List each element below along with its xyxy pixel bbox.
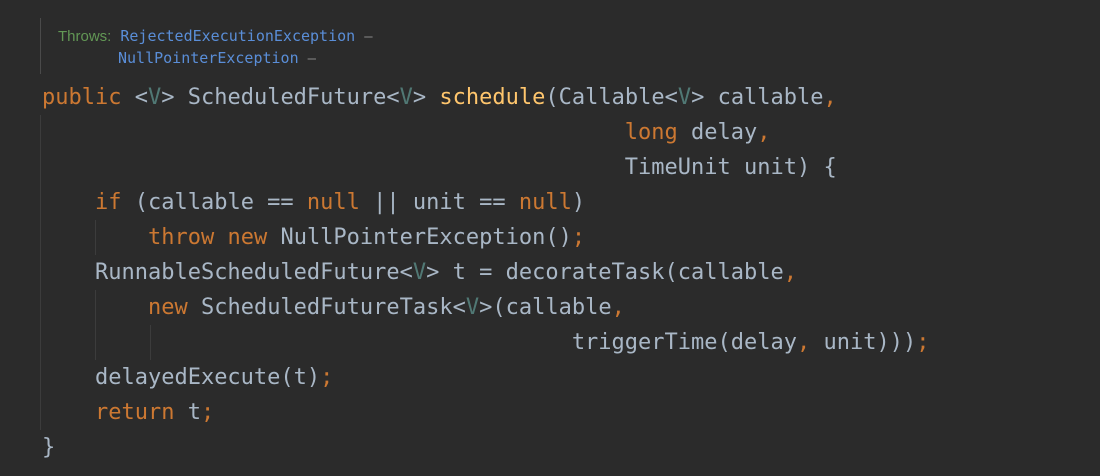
code-line[interactable]: new ScheduledFutureTask<V>(callable, [42,290,625,325]
code-text: (callable == [121,190,307,215]
keyword: null [518,190,572,215]
keyword: long [624,120,678,145]
type-param: V [677,85,692,110]
code-text: > ScheduledFuture< [161,85,400,110]
type-param: V [147,85,162,110]
code-line[interactable]: TimeUnit unit) { [42,150,837,185]
code-text: delay [677,120,758,145]
code-text: delayedExecute(t) [94,365,321,390]
code-line[interactable]: } [42,430,55,465]
javadoc-block: Throws: RejectedExecutionException – Nul… [40,18,461,74]
punctuation: , [823,85,837,110]
code-line[interactable]: if (callable == null || unit == null) [42,185,585,220]
method-name: schedule [439,85,546,110]
keyword: if [94,190,122,215]
code-text: TimeUnit unit) { [624,155,837,180]
code-editor[interactable]: Throws: RejectedExecutionException – Nul… [0,0,1100,476]
code-text: triggerTime(delay [571,330,797,355]
code-line[interactable]: delayedExecute(t); [42,360,333,395]
code-text: (Callable< [545,85,678,110]
keyword: new [227,225,268,250]
punctuation: ; [200,400,215,425]
code-line[interactable]: long delay, [42,115,771,150]
punctuation: , [611,295,625,320]
punctuation: ; [571,225,586,250]
exception-link-npe[interactable]: NullPointerException [118,49,299,67]
keyword: throw [147,225,215,250]
doc-npe-line: NullPointerException – [118,48,316,69]
punctuation: , [796,330,811,355]
keyword: public [42,85,122,110]
doc-dash: – [364,28,373,45]
doc-throws-line: Throws: RejectedExecutionException – [58,26,373,47]
type-param: V [465,295,480,320]
closing-brace: } [42,435,56,460]
punctuation: , [783,260,797,285]
code-text: > t = decorateTask(callable [426,260,784,285]
punctuation: ; [320,365,334,390]
code-text: >(callable [479,295,612,320]
exception-link-rejected[interactable]: RejectedExecutionException [120,27,355,45]
code-text: unit))) [810,330,917,355]
keyword: new [147,295,188,320]
keyword: return [94,400,175,425]
type-param: V [412,260,427,285]
code-line[interactable]: throw new NullPointerException(); [42,220,585,255]
indent-guide [40,115,41,430]
code-line[interactable]: public <V> ScheduledFuture<V> schedule(C… [42,80,837,115]
code-text: NullPointerException() [267,225,572,250]
code-text: ) [571,190,586,215]
code-line[interactable]: triggerTime(delay, unit))); [42,325,930,360]
code-line[interactable]: RunnableScheduledFuture<V> t = decorateT… [42,255,797,290]
throws-label: Throws: [58,28,112,45]
code-text: RunnableScheduledFuture< [94,260,413,285]
code-text: > [412,85,440,110]
punctuation: , [757,120,771,145]
keyword: null [306,190,360,215]
code-line[interactable]: return t; [42,395,214,430]
doc-dash: – [307,50,316,67]
code-text: t [174,400,201,425]
code-text: || unit == [359,190,519,215]
punctuation: ; [916,330,930,355]
code-text: ScheduledFutureTask< [187,295,466,320]
code-text: > callable [691,85,824,110]
code-text: < [121,85,148,110]
type-param: V [399,85,413,110]
